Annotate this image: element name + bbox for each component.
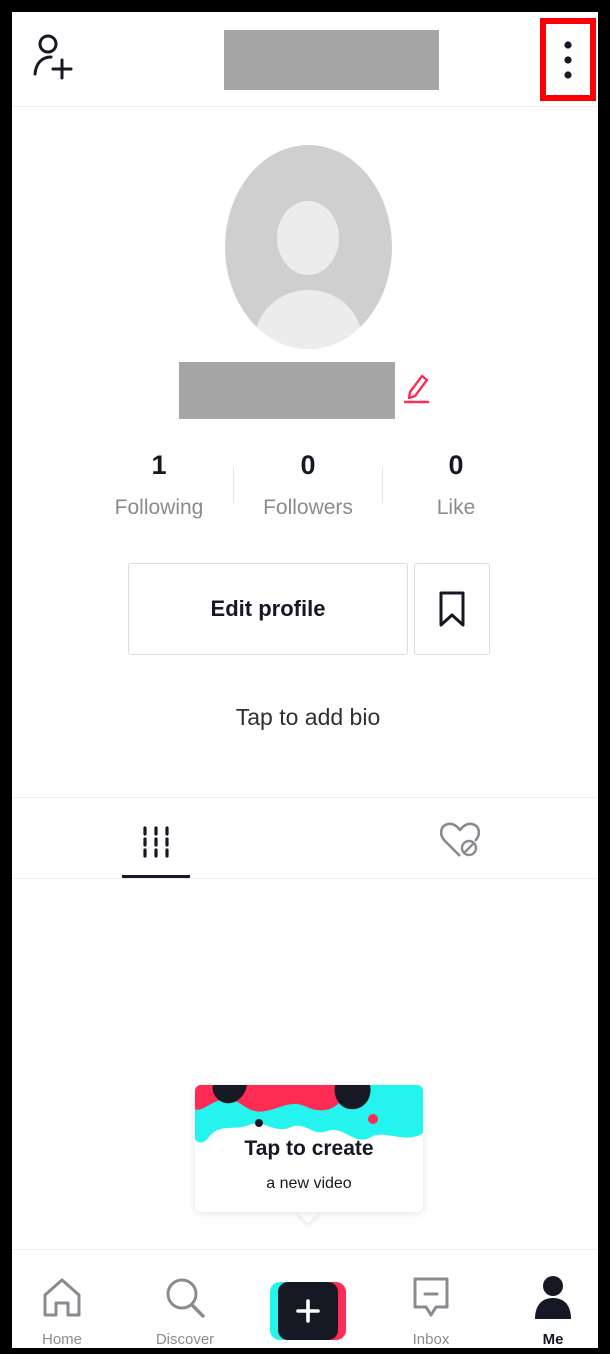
edit-name-button[interactable] bbox=[403, 372, 430, 404]
nav-inbox[interactable]: Inbox bbox=[383, 1257, 479, 1348]
nav-inbox-label: Inbox bbox=[412, 1331, 450, 1348]
followers-label: Followers bbox=[263, 496, 353, 519]
nav-discover-label: Discover bbox=[155, 1331, 215, 1348]
tooltip-subtitle: a new video bbox=[266, 1175, 352, 1192]
header-divider bbox=[12, 106, 598, 107]
nav-me[interactable]: Me bbox=[505, 1257, 598, 1348]
search-icon bbox=[166, 1278, 205, 1318]
followers-stat[interactable]: 0 Followers bbox=[243, 448, 373, 520]
bookmark-icon bbox=[439, 591, 465, 627]
tab-videos[interactable] bbox=[122, 804, 190, 879]
tabs-divider bbox=[12, 878, 598, 879]
avatar[interactable] bbox=[225, 145, 392, 349]
vertical-ellipsis-icon bbox=[564, 40, 572, 79]
avatar-head-shape bbox=[277, 201, 339, 275]
following-label: Following bbox=[114, 496, 204, 519]
bottom-nav-divider bbox=[12, 1249, 598, 1250]
inbox-icon bbox=[413, 1277, 449, 1317]
create-video-tooltip[interactable]: Tap to create a new video bbox=[195, 1085, 423, 1212]
nav-me-label: Me bbox=[542, 1331, 564, 1348]
videos-grid-icon bbox=[143, 825, 169, 858]
liked-hidden-icon bbox=[439, 822, 481, 857]
tabs-divider bbox=[12, 797, 598, 798]
tooltip-title: Tap to create bbox=[244, 1137, 374, 1160]
create-button-face bbox=[278, 1282, 338, 1340]
stat-divider bbox=[382, 467, 383, 503]
avatar-body-shape bbox=[255, 290, 362, 349]
edit-profile-button[interactable]: Edit profile bbox=[128, 563, 408, 655]
favorites-button[interactable] bbox=[414, 563, 490, 655]
person-icon bbox=[535, 1276, 571, 1319]
stat-divider bbox=[233, 467, 234, 503]
pencil-icon bbox=[403, 374, 430, 404]
more-options-button[interactable] bbox=[540, 18, 596, 101]
nav-home-label: Home bbox=[41, 1331, 82, 1348]
profile-screen: 1 Following 0 Followers 0 Like Edit prof… bbox=[12, 12, 598, 1348]
plus-icon bbox=[296, 1299, 320, 1323]
username-redacted bbox=[224, 30, 439, 90]
following-count: 1 bbox=[151, 450, 167, 480]
tab-liked-videos[interactable] bbox=[437, 820, 483, 860]
nav-discover[interactable]: Discover bbox=[137, 1257, 233, 1348]
person-plus-icon bbox=[33, 34, 73, 80]
likes-stat[interactable]: 0 Like bbox=[391, 448, 521, 520]
create-video-button[interactable] bbox=[270, 1282, 346, 1340]
add-bio-prompt[interactable]: Tap to add bio bbox=[12, 704, 598, 731]
likes-label: Like bbox=[436, 496, 476, 519]
following-stat[interactable]: 1 Following bbox=[94, 448, 224, 520]
display-name-redacted bbox=[179, 362, 395, 419]
home-icon bbox=[43, 1278, 81, 1317]
nav-home[interactable]: Home bbox=[14, 1257, 110, 1348]
add-friend-button[interactable] bbox=[32, 32, 76, 80]
likes-count: 0 bbox=[448, 450, 464, 480]
followers-count: 0 bbox=[300, 450, 316, 480]
